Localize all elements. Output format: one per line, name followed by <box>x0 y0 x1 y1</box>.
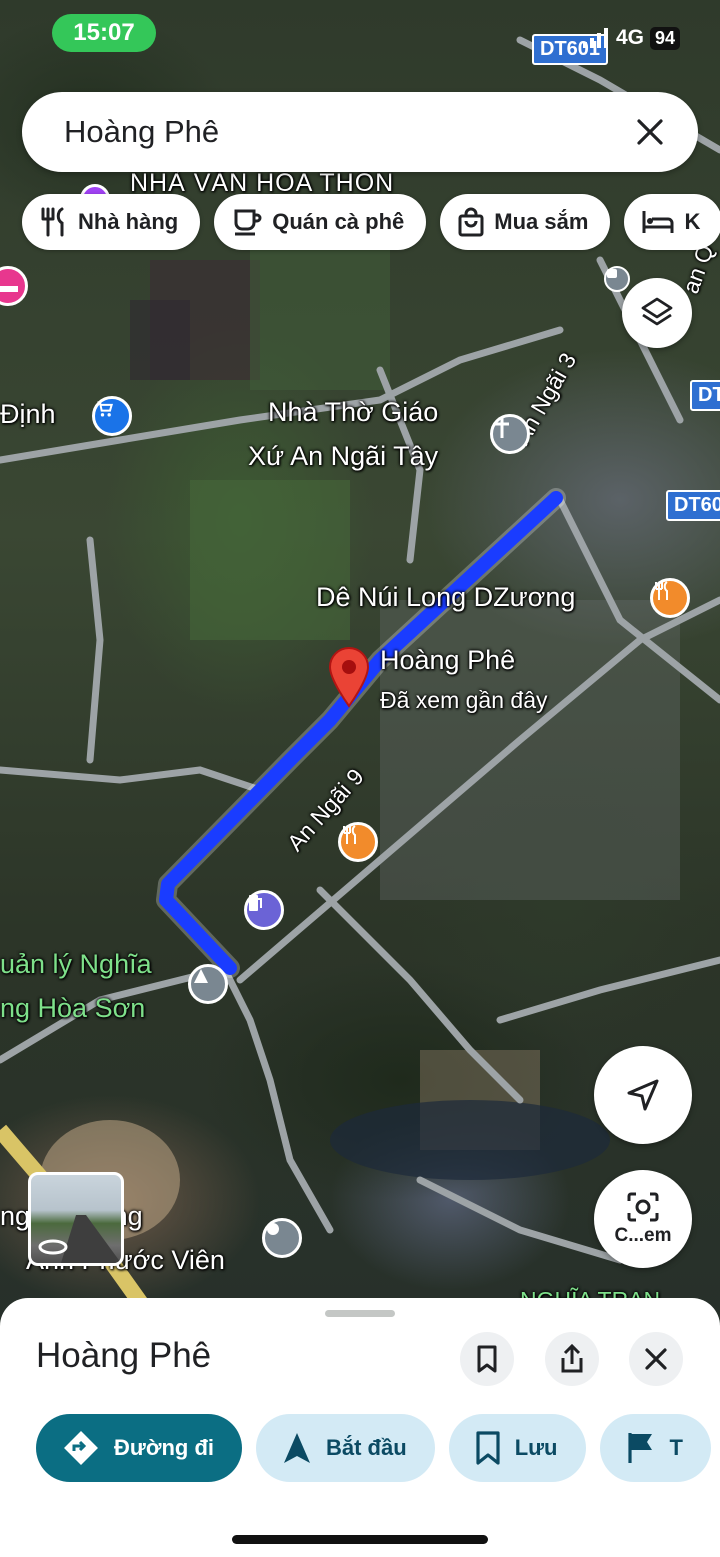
label-pin-subtitle: Đã xem gần đây <box>380 687 548 713</box>
action-buttons: Đường đi Bắt đầu Lưu T <box>36 1414 711 1482</box>
hotel-icon <box>642 211 674 233</box>
home-indicator[interactable] <box>232 1535 488 1544</box>
shopping-cart-poi-icon[interactable] <box>92 396 132 436</box>
label-dinh: Định <box>0 399 56 429</box>
signal-icon <box>582 28 608 48</box>
place-bottom-sheet[interactable]: Hoàng Phê Đường đi Bắt đầu Lưu T <box>0 1298 720 1557</box>
chip-label: Quán cà phê <box>272 209 405 234</box>
restaurant-poi-icon[interactable] <box>650 578 690 618</box>
chip-shopping[interactable]: Mua sắm <box>440 194 611 250</box>
action-label: Lưu <box>514 1435 558 1460</box>
bus-stop-icon[interactable] <box>604 266 630 292</box>
more-action-button[interactable]: T <box>599 1414 711 1482</box>
restaurant-poi-icon[interactable] <box>338 822 378 862</box>
church-poi-icon[interactable] <box>490 414 530 454</box>
rotate-360-icon <box>38 1239 68 1255</box>
close-sheet-button[interactable] <box>629 1332 683 1386</box>
flag-icon <box>627 1433 652 1463</box>
chip-label: Nhà hàng <box>78 209 179 234</box>
lens-camera-button[interactable]: C...em <box>594 1170 692 1268</box>
start-navigation-button[interactable]: Bắt đầu <box>256 1414 435 1482</box>
label-cemetery-line2: ng Hòa Sơn <box>0 993 146 1023</box>
category-chips: Nhà hàng Quán cà phê Mua sắm K <box>22 194 720 250</box>
battery-level: 94 <box>649 26 680 50</box>
action-label: T <box>669 1435 683 1460</box>
status-indicators: 4G 94 <box>582 26 680 50</box>
road-sign-dt6: DT6 <box>690 380 720 411</box>
label-cemetery-line1: uản lý Nghĩa <box>0 949 152 979</box>
status-time: 15:07 <box>52 14 156 52</box>
save-place-button[interactable] <box>460 1332 514 1386</box>
chip-hotels[interactable]: K <box>624 194 720 250</box>
cemetery-poi-icon[interactable] <box>188 964 228 1004</box>
navigation-arrow-icon <box>284 1433 310 1463</box>
chip-coffee[interactable]: Quán cà phê <box>214 194 427 250</box>
chip-label: K <box>684 209 701 234</box>
camera-lens-icon <box>627 1192 659 1222</box>
action-label: Đường đi <box>114 1435 214 1460</box>
bookmark-icon <box>476 1431 500 1465</box>
network-type: 4G <box>615 26 644 49</box>
chip-label: Mua sắm <box>494 209 589 234</box>
landmark-poi-icon[interactable] <box>262 1218 302 1258</box>
layers-icon <box>641 297 673 326</box>
sheet-drag-handle[interactable] <box>325 1310 395 1317</box>
road-sign-dt60: DT60 <box>666 490 720 521</box>
shopping-bag-icon <box>458 207 484 237</box>
my-location-button[interactable] <box>594 1046 692 1144</box>
close-icon <box>645 1348 667 1370</box>
search-query[interactable]: Hoàng Phê <box>64 114 628 150</box>
search-bar[interactable]: Hoàng Phê <box>22 92 698 172</box>
place-title: Hoàng Phê <box>36 1336 212 1375</box>
layers-button[interactable] <box>622 278 692 348</box>
coffee-icon <box>234 209 262 236</box>
restaurant-icon <box>41 207 64 237</box>
directions-icon <box>64 1431 98 1465</box>
location-pin-icon[interactable] <box>328 646 370 708</box>
gas-station-poi-icon[interactable] <box>244 890 284 930</box>
label-pin-name: Hoàng Phê <box>380 645 516 675</box>
bookmark-icon <box>477 1345 497 1373</box>
street-view-thumbnail[interactable] <box>28 1172 124 1266</box>
label-church-line1: Nhà Thờ Giáo <box>268 397 439 427</box>
camera-button-label: C...em <box>614 1225 672 1246</box>
directions-button[interactable]: Đường đi <box>36 1414 242 1482</box>
close-icon[interactable] <box>628 110 672 154</box>
label-church-line2: Xứ An Ngãi Tây <box>248 441 439 471</box>
navigation-arrow-icon <box>627 1079 659 1111</box>
action-label: Bắt đầu <box>326 1435 407 1460</box>
share-icon <box>561 1344 583 1373</box>
label-de-nui: Dê Núi Long DZương <box>316 582 576 612</box>
share-button[interactable] <box>545 1332 599 1386</box>
save-button[interactable]: Lưu <box>448 1414 586 1482</box>
chip-restaurants[interactable]: Nhà hàng <box>22 194 201 250</box>
